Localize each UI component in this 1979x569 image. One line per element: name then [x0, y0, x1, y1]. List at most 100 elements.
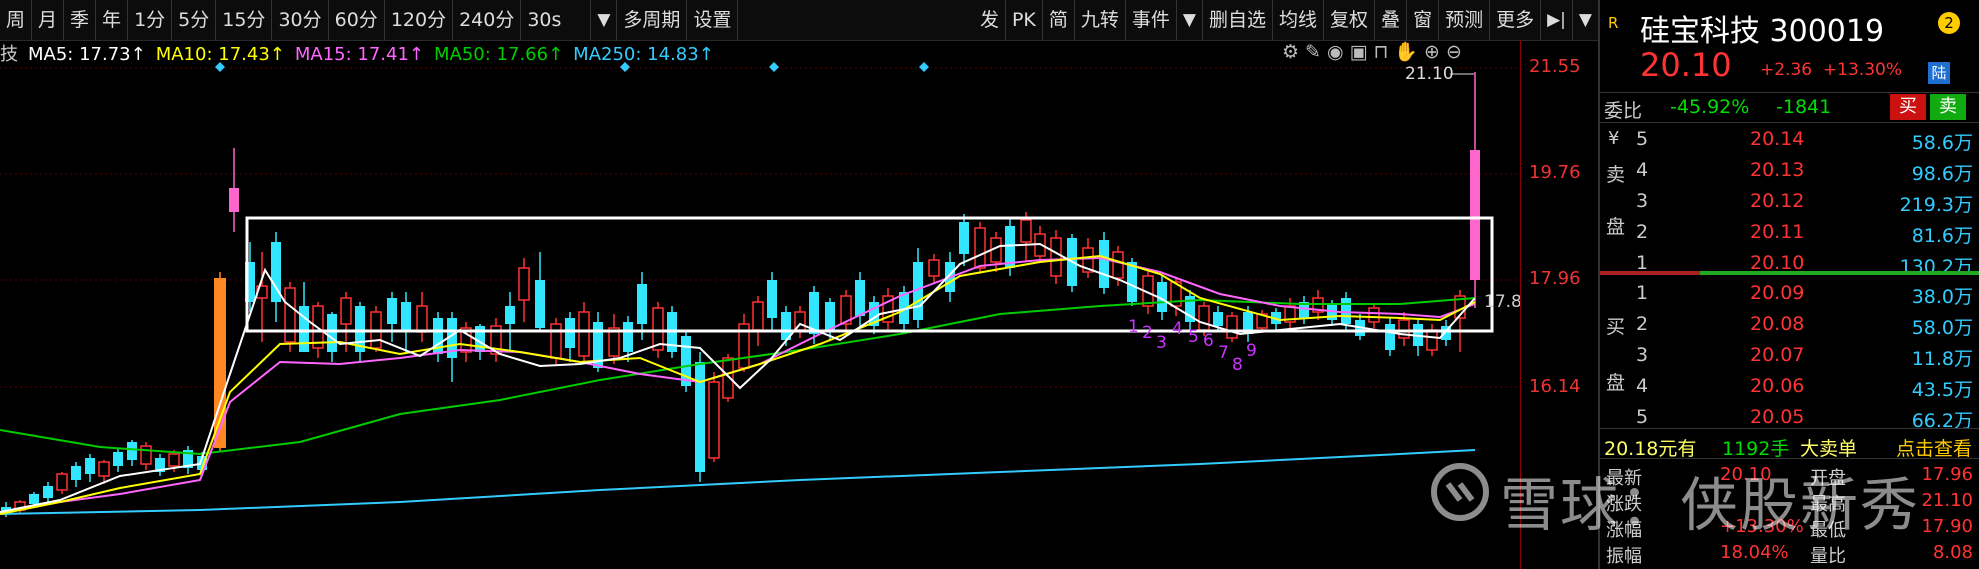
period-60min[interactable]: 60分: [329, 0, 385, 40]
candle-body[interactable]: [722, 357, 734, 399]
view-details-link[interactable]: 点击查看: [1896, 434, 1972, 461]
candle-body[interactable]: [85, 458, 95, 474]
candle-body[interactable]: [1050, 237, 1062, 277]
period-year[interactable]: 年: [96, 0, 129, 40]
event-dropdown-icon[interactable]: ▼: [1177, 0, 1203, 40]
candle-body[interactable]: [387, 298, 397, 324]
lu-badge[interactable]: 陆: [1928, 62, 1950, 84]
candle-body[interactable]: [1127, 262, 1137, 302]
candle-body[interactable]: [1341, 298, 1351, 324]
candle-body[interactable]: [535, 280, 545, 328]
ma-button[interactable]: 均线: [1273, 0, 1325, 40]
orderbook-row[interactable]: 4 20.06 43.5万: [1600, 371, 1979, 402]
period-week[interactable]: 周: [0, 0, 33, 40]
eye-icon[interactable]: ◉: [1327, 41, 1344, 63]
period-120min[interactable]: 120分: [385, 0, 454, 40]
candle-body[interactable]: [565, 318, 575, 348]
window-button[interactable]: 窗: [1407, 0, 1440, 40]
orderbook-row[interactable]: 1 20.09 38.0万: [1600, 278, 1979, 309]
period-dropdown-icon[interactable]: ▼: [591, 0, 618, 40]
candle-body[interactable]: [518, 267, 530, 301]
candle-body[interactable]: [752, 301, 764, 331]
orderbook-row[interactable]: 5 20.14 58.6万: [1600, 124, 1979, 155]
candle-body[interactable]: [229, 188, 239, 212]
candlestick-chart[interactable]: 21.10 1 2 3 4 5 6 7 8 9 17.8: [0, 62, 1520, 569]
candle-body[interactable]: [98, 461, 110, 477]
candle-body[interactable]: [401, 302, 411, 332]
candle-body[interactable]: [1226, 315, 1238, 339]
settings-button[interactable]: 设置: [687, 0, 739, 40]
candle-body[interactable]: [695, 362, 705, 472]
pen-icon[interactable]: ✎: [1305, 41, 1321, 63]
period-5min[interactable]: 5分: [172, 0, 217, 40]
candle-body[interactable]: [1385, 324, 1395, 350]
collapse-panel-icon[interactable]: ▶|: [1541, 0, 1573, 40]
orderbook-row[interactable]: 2 20.11 81.6万: [1600, 217, 1979, 248]
candle-body[interactable]: [1112, 251, 1124, 279]
trash-icon[interactable]: ▣: [1350, 41, 1368, 63]
candle-body[interactable]: [43, 486, 53, 498]
zoom-out-icon[interactable]: ⊖: [1446, 41, 1462, 63]
candle-body[interactable]: [127, 442, 137, 460]
candle-body[interactable]: [416, 305, 428, 333]
candle-body[interactable]: [623, 322, 633, 352]
candle-body[interactable]: [1213, 312, 1223, 326]
orderbook-row[interactable]: 4 20.13 98.6万: [1600, 155, 1979, 186]
candle-body[interactable]: [168, 453, 180, 467]
buy-button[interactable]: 买: [1890, 94, 1926, 120]
candle-body[interactable]: [505, 306, 515, 324]
candle-body[interactable]: [1368, 307, 1380, 323]
period-15min[interactable]: 15分: [216, 0, 273, 40]
candle-body[interactable]: [284, 287, 296, 343]
settings-gear-icon[interactable]: ⚙: [1282, 41, 1299, 63]
notification-badge[interactable]: 2: [1938, 12, 1960, 34]
candle-body[interactable]: [767, 280, 777, 318]
action-fa-button[interactable]: 发: [974, 0, 1006, 40]
action-pk-button[interactable]: PK: [1006, 0, 1043, 40]
candle-body[interactable]: [140, 445, 152, 465]
more-button[interactable]: 更多: [1490, 0, 1542, 40]
candle-body[interactable]: [1426, 329, 1438, 351]
period-30min[interactable]: 30分: [272, 0, 329, 40]
candle-body[interactable]: [327, 314, 337, 352]
predict-button[interactable]: 预测: [1439, 0, 1491, 40]
candle-body[interactable]: [637, 284, 647, 324]
period-month[interactable]: 月: [32, 0, 65, 40]
candle-body[interactable]: [1099, 240, 1109, 288]
candle-body[interactable]: [550, 323, 562, 359]
overlay-button[interactable]: 叠: [1375, 0, 1408, 40]
period-quarter[interactable]: 季: [64, 0, 97, 40]
action-jiuzhuan-button[interactable]: 九转: [1075, 0, 1126, 40]
event-marker[interactable]: [769, 62, 779, 72]
candle-body[interactable]: [214, 278, 226, 448]
candle-body[interactable]: [578, 311, 590, 357]
candle-body[interactable]: [1470, 150, 1480, 280]
candle-body[interactable]: [1020, 219, 1032, 243]
candle-body[interactable]: [299, 306, 309, 352]
sell-button[interactable]: 卖: [1930, 94, 1966, 120]
period-30s[interactable]: 30s: [521, 0, 592, 40]
action-event-button[interactable]: 事件: [1126, 0, 1177, 40]
period-240min[interactable]: 240分: [453, 0, 522, 40]
period-1min[interactable]: 1分: [128, 0, 173, 40]
candle-body[interactable]: [71, 466, 81, 480]
candle-body[interactable]: [974, 227, 986, 269]
candle-body[interactable]: [29, 494, 39, 504]
orderbook-row[interactable]: 3 20.12 219.3万: [1600, 186, 1979, 217]
zoom-in-icon[interactable]: ⊕: [1424, 41, 1440, 63]
candle-body[interactable]: [959, 222, 969, 254]
multi-period-button[interactable]: 多周期: [617, 0, 688, 40]
candle-body[interactable]: [855, 280, 865, 316]
orderbook-row[interactable]: 2 20.08 58.0万: [1600, 309, 1979, 340]
lock-icon[interactable]: ⊓: [1374, 41, 1389, 63]
candle-body[interactable]: [113, 452, 123, 466]
candle-body[interactable]: [340, 297, 352, 325]
orderbook-row[interactable]: 3 20.07 11.8万: [1600, 340, 1979, 371]
candle-body[interactable]: [1198, 305, 1210, 331]
action-simple-button[interactable]: 简: [1043, 0, 1075, 40]
adjust-button[interactable]: 复权: [1324, 0, 1376, 40]
event-marker[interactable]: [215, 62, 225, 72]
hand-icon[interactable]: ✋: [1394, 41, 1418, 63]
candle-body[interactable]: [56, 473, 68, 491]
event-marker[interactable]: [919, 62, 929, 72]
